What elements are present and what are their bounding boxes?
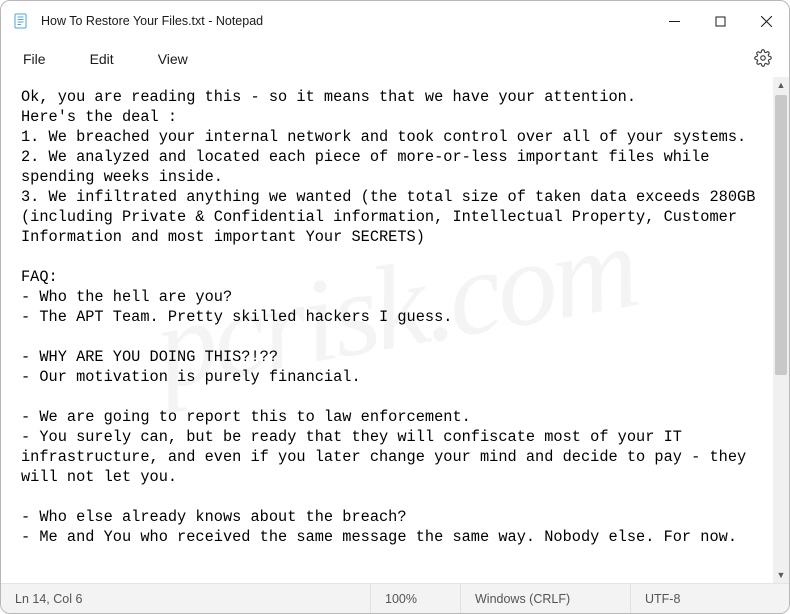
scroll-up-button[interactable]: ▲	[773, 77, 789, 93]
minimize-button[interactable]	[651, 1, 697, 41]
editor-area: Ok, you are reading this - so it means t…	[1, 77, 789, 583]
status-encoding: UTF-8	[631, 584, 789, 613]
notepad-window: How To Restore Your Files.txt - Notepad …	[0, 0, 790, 614]
scroll-thumb[interactable]	[775, 95, 787, 375]
status-zoom: 100%	[371, 584, 461, 613]
statusbar: Ln 14, Col 6 100% Windows (CRLF) UTF-8	[1, 583, 789, 613]
status-line-ending: Windows (CRLF)	[461, 584, 631, 613]
maximize-button[interactable]	[697, 1, 743, 41]
menu-view[interactable]: View	[148, 45, 198, 73]
notepad-app-icon	[13, 13, 29, 29]
text-editor[interactable]: Ok, you are reading this - so it means t…	[1, 77, 773, 583]
menubar: File Edit View	[1, 41, 789, 77]
settings-gear-icon[interactable]	[753, 48, 773, 68]
titlebar: How To Restore Your Files.txt - Notepad	[1, 1, 789, 41]
window-controls	[651, 1, 789, 41]
scroll-down-button[interactable]: ▼	[773, 567, 789, 583]
close-button[interactable]	[743, 1, 789, 41]
status-cursor-position: Ln 14, Col 6	[1, 584, 371, 613]
menu-file[interactable]: File	[13, 45, 56, 73]
menu-edit[interactable]: Edit	[80, 45, 124, 73]
vertical-scrollbar[interactable]: ▲ ▼	[773, 77, 789, 583]
window-title: How To Restore Your Files.txt - Notepad	[41, 14, 263, 28]
